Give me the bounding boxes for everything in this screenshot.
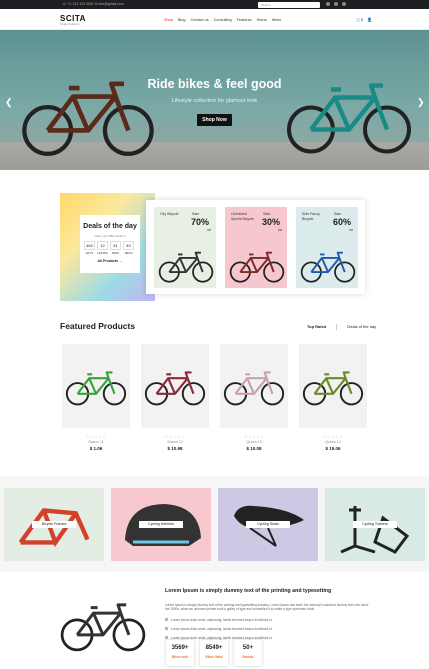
twitter-icon[interactable] bbox=[334, 2, 338, 6]
countdown-mins: 51 MINS bbox=[110, 241, 121, 255]
contact-info: ☏ +1 123 123 9002 ✉ info@gmail.com bbox=[62, 2, 124, 6]
deals-of-the-day: Deals of the day Hurry Up! Offer ends in… bbox=[60, 193, 155, 301]
product-image[interactable] bbox=[62, 344, 130, 428]
product-price: $ 10.08 bbox=[246, 446, 262, 451]
product-card[interactable]: ☆☆☆☆☆ Queen 14 $ 19.06 bbox=[299, 344, 367, 451]
tab-divider bbox=[336, 324, 338, 330]
nav-consulting[interactable]: Consulting bbox=[214, 18, 232, 22]
kids-bike-image bbox=[300, 251, 356, 283]
stat-brands: 50+ Brands bbox=[234, 640, 262, 666]
countdown-days: 462 DAYS bbox=[84, 241, 95, 255]
nav-items[interactable]: Items bbox=[272, 18, 281, 22]
top-bar: ☏ +1 123 123 9002 ✉ info@gmail.com Searc… bbox=[0, 0, 429, 9]
hero-subtitle: Lifestyle collection for glamour look bbox=[171, 98, 258, 104]
deals-subtitle: Hurry Up! Offer ends in bbox=[94, 234, 126, 238]
category-helmets[interactable]: Cycling Helmets bbox=[111, 488, 211, 561]
instagram-icon[interactable] bbox=[342, 2, 346, 6]
product-name[interactable]: Scarcs 11 bbox=[62, 440, 130, 444]
offer-card-city[interactable]: City Bicycle Sale 70% Off bbox=[154, 207, 216, 288]
cart-icon[interactable]: 🛒0 bbox=[356, 17, 363, 22]
city-bike-image bbox=[158, 251, 214, 283]
chevron-right-icon[interactable]: ❯ bbox=[417, 97, 425, 108]
check-icon bbox=[165, 618, 168, 621]
hero-banner: Ride bikes & feel good Lifestyle collect… bbox=[0, 30, 429, 170]
product-image[interactable] bbox=[220, 344, 288, 428]
user-icon[interactable]: 👤 bbox=[367, 17, 372, 22]
category-trainers[interactable]: Cycling Trainers bbox=[325, 488, 425, 561]
product-image[interactable] bbox=[141, 344, 209, 428]
search-input[interactable]: Search bbox=[258, 1, 320, 8]
product-name[interactable]: Scarcs 12 bbox=[141, 440, 209, 444]
logo[interactable]: SCITA Simple Solutions bbox=[60, 14, 86, 26]
rating-stars: ☆☆☆☆☆ bbox=[164, 434, 186, 439]
countdown-hours: 12 HOURS bbox=[97, 241, 108, 255]
tab-deals[interactable]: Deals of the day bbox=[347, 324, 376, 330]
about-heading: Lorem Ipsum is simply dummy text of the … bbox=[165, 588, 332, 594]
nav-features[interactable]: Features bbox=[237, 18, 252, 22]
social-icons bbox=[326, 2, 346, 6]
rating-stars: ☆☆☆☆☆ bbox=[85, 434, 107, 439]
deals-title: Deals of the day bbox=[83, 223, 137, 230]
sports-bike-image bbox=[229, 251, 285, 283]
nav-contact[interactable]: Contact us bbox=[190, 18, 208, 22]
stat-bikes-fitted: 8549+ Bikes fitted bbox=[200, 640, 228, 666]
about-bike-image bbox=[60, 603, 146, 652]
shop-now-button[interactable]: Shop Now bbox=[197, 114, 232, 126]
all-products-link[interactable]: All Products → bbox=[80, 259, 140, 263]
rating-stars: ☆☆☆☆☆ bbox=[322, 434, 344, 439]
product-card[interactable]: ☆☆☆☆☆ Queen 13 $ 10.08 bbox=[220, 344, 288, 451]
featured-products-title: Featured Products bbox=[60, 321, 136, 331]
tab-top-rated[interactable]: Top Rated bbox=[307, 324, 326, 330]
product-card[interactable]: ☆☆☆☆☆ Scarcs 11 $ 1.06 bbox=[62, 344, 130, 451]
offer-card-sports[interactable]: Oversized Sports Bicycle Sale 30% Off bbox=[225, 207, 287, 288]
category-seats[interactable]: Cycling Seats bbox=[218, 488, 318, 561]
product-name[interactable]: Queen 14 bbox=[299, 440, 367, 444]
facebook-icon[interactable] bbox=[326, 2, 330, 6]
checklist-item: Lorem ipsum dolor amet, adipiscing, iaci… bbox=[165, 627, 272, 631]
product-price: $ 1.06 bbox=[89, 446, 103, 451]
stat-bikes-sold: 3569+ Bikes sold bbox=[166, 640, 194, 666]
about-body: Lorem Ipsum is simply dummy text of the … bbox=[165, 603, 369, 612]
chevron-left-icon[interactable]: ❮ bbox=[5, 97, 13, 108]
header-icons: 🛒0 👤 bbox=[356, 17, 372, 22]
product-price: $ 10.98 bbox=[167, 446, 183, 451]
featured-tabs: Top Rated Deals of the day bbox=[307, 324, 376, 330]
nav-home[interactable]: Home bbox=[257, 18, 267, 22]
product-card[interactable]: ☆☆☆☆☆ Scarcs 12 $ 10.98 bbox=[141, 344, 209, 451]
check-icon bbox=[165, 636, 168, 639]
hero-title: Ride bikes & feel good bbox=[147, 77, 282, 91]
product-price: $ 19.06 bbox=[325, 446, 341, 451]
rating-stars: ☆☆☆☆☆ bbox=[243, 434, 265, 439]
checklist-item: Lorem ipsum dolor amet, adipiscing, iaci… bbox=[165, 618, 272, 622]
main-nav: Shop Blog Contact us Consulting Features… bbox=[164, 18, 281, 22]
offer-card-kids[interactable]: Kids Fancy Bicycle Sale 60% Off bbox=[296, 207, 358, 288]
header: SCITA Simple Solutions Shop Blog Contact… bbox=[0, 9, 429, 30]
check-icon bbox=[165, 627, 168, 630]
offer-cards: City Bicycle Sale 70% Off Oversized Spor… bbox=[146, 200, 365, 294]
product-image[interactable] bbox=[299, 344, 367, 428]
product-name[interactable]: Queen 13 bbox=[220, 440, 288, 444]
countdown: 462 DAYS 12 HOURS 51 MINS 49 SECS bbox=[84, 241, 134, 255]
nav-blog[interactable]: Blog bbox=[178, 18, 186, 22]
category-frames[interactable]: Bicycle Frames bbox=[4, 488, 104, 561]
deals-card: Deals of the day Hurry Up! Offer ends in… bbox=[80, 215, 140, 273]
countdown-secs: 49 SECS bbox=[123, 241, 134, 255]
nav-shop[interactable]: Shop bbox=[164, 18, 173, 22]
